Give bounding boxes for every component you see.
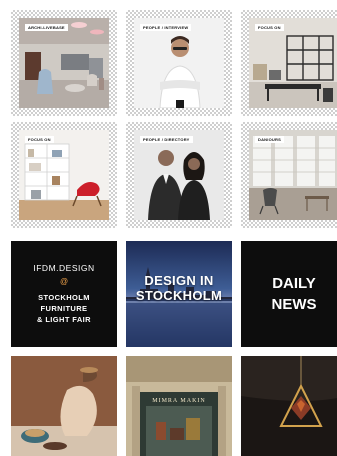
post-tile-duo[interactable]: PEOPLE / DIRECTORY: [126, 122, 232, 228]
post-image: PEOPLE / INTERVIEW: [134, 18, 224, 108]
daily-text: DAILY: [272, 275, 316, 292]
post-tile-room[interactable]: DANIOURS: [241, 122, 337, 228]
post-tag: DANIOURS: [255, 136, 284, 143]
ifdm-line-stockholm: STOCKHOLM: [38, 293, 90, 302]
post-tag: ARCHI-LIVEBASE: [25, 24, 68, 31]
post-tile-shelf[interactable]: FOCUS ON: [241, 10, 337, 116]
post-tile-design-in-stockholm[interactable]: DESIGN IN STOCKHOLM: [126, 241, 232, 347]
post-tile-daily-news[interactable]: DAILY NEWS: [241, 241, 337, 347]
pendant-lamp-image: [241, 356, 337, 456]
post-tile-bookcase[interactable]: FOCUS ON: [11, 122, 117, 228]
vase-image: [11, 356, 117, 456]
post-tag: FOCUS ON: [25, 136, 54, 143]
post-tile-lamp[interactable]: [241, 356, 337, 456]
store-sign: MIMRA MAKIN: [152, 398, 206, 404]
post-tile-portrait[interactable]: PEOPLE / INTERVIEW: [126, 10, 232, 116]
post-tag: FOCUS ON: [255, 24, 284, 31]
post-tile-store[interactable]: MIMRA MAKIN: [126, 356, 232, 456]
ifdm-line-light-fair: & LIGHT FAIR: [37, 315, 91, 324]
post-tile-architecture[interactable]: ARCHI-LIVEBASE: [11, 10, 117, 116]
post-tag: PEOPLE / DIRECTORY: [140, 136, 193, 143]
stockholm-title: STOCKHOLM: [135, 288, 223, 303]
post-image: PEOPLE / DIRECTORY: [134, 130, 224, 220]
news-text: NEWS: [271, 296, 317, 313]
post-image: ARCHI-LIVEBASE: [19, 18, 109, 108]
post-image: DANIOURS: [249, 130, 337, 220]
post-tile-ifdm[interactable]: IFDM.DESIGN @ STOCKHOLM FURNITURE & LIGH…: [11, 241, 117, 347]
ifdm-site-label: IFDM.DESIGN: [33, 263, 95, 273]
ifdm-line-furniture: FURNITURE: [40, 304, 88, 313]
post-tag: PEOPLE / INTERVIEW: [140, 24, 192, 31]
storefront-image: [126, 356, 232, 456]
post-image: FOCUS ON: [249, 18, 337, 108]
post-tile-vase[interactable]: [11, 356, 117, 456]
ifdm-at-symbol: @: [59, 277, 69, 286]
design-in-title: DESIGN IN: [144, 273, 214, 288]
post-image: FOCUS ON: [19, 130, 109, 220]
